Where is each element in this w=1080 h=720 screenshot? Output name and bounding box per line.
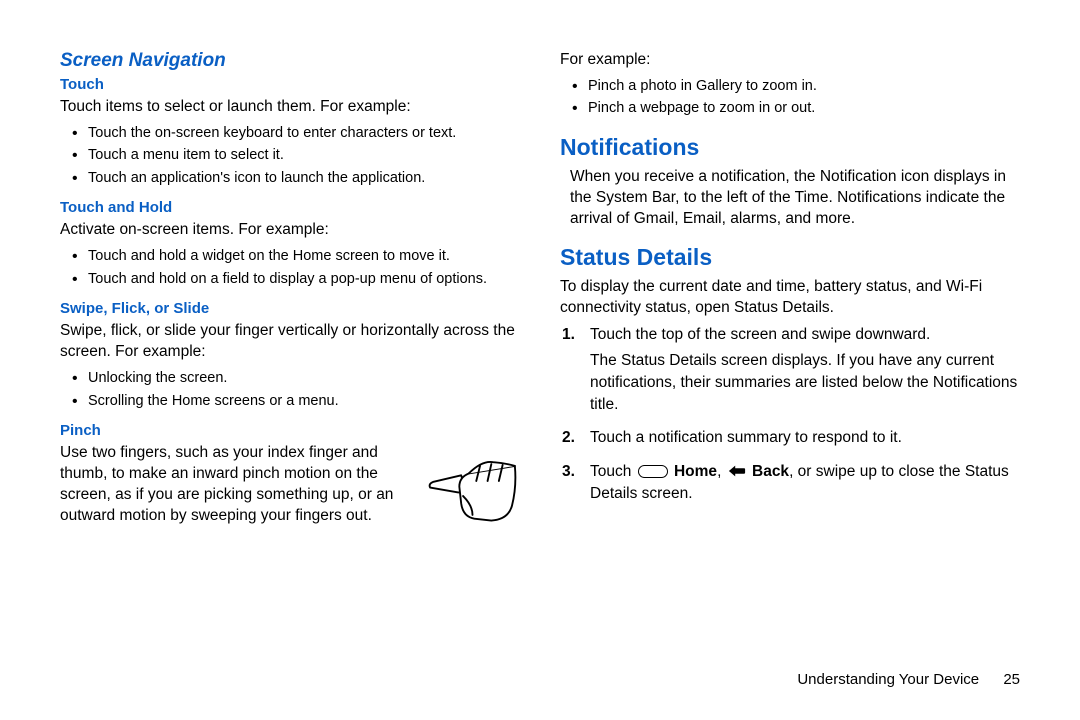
pinch-block: Use two fingers, such as your index fing… (60, 443, 520, 529)
list-item: Touch a menu item to select it. (78, 144, 520, 166)
sub-heading-swipe: Swipe, Flick, or Slide (60, 300, 520, 317)
swipe-intro: Swipe, flick, or slide your finger verti… (60, 321, 520, 363)
touch-hold-bullets: Touch and hold a widget on the Home scre… (60, 245, 520, 290)
separator: , (717, 463, 726, 480)
heading-notifications: Notifications (560, 134, 1020, 161)
heading-status-details: Status Details (560, 244, 1020, 271)
step-1: 1. Touch the top of the screen and swipe… (590, 324, 1020, 415)
touch-bullets: Touch the on-screen keyboard to enter ch… (60, 122, 520, 189)
pinch-hand-icon (425, 449, 520, 529)
home-label: Home (674, 463, 717, 480)
step-number: 3. (562, 461, 575, 483)
step-2: 2. Touch a notification summary to respo… (590, 427, 1020, 449)
step-3: 3. Touch Home, Back, or swipe up to clos… (590, 461, 1020, 504)
back-label: Back (752, 463, 789, 480)
touch-hold-intro: Activate on-screen items. For example: (60, 220, 520, 241)
sub-heading-touch-hold: Touch and Hold (60, 199, 520, 216)
sub-heading-touch: Touch (60, 76, 520, 93)
page-footer: Understanding Your Device 25 (797, 671, 1020, 688)
list-item: Touch and hold a widget on the Home scre… (78, 245, 520, 267)
step-sub-text: The Status Details screen displays. If y… (590, 350, 1020, 415)
list-item: Pinch a photo in Gallery to zoom in. (578, 75, 1020, 97)
right-column: For example: Pinch a photo in Gallery to… (560, 50, 1020, 529)
step-text: Touch the top of the screen and swipe do… (590, 326, 930, 343)
section-heading-screen-navigation: Screen Navigation (60, 50, 520, 72)
page-content: Screen Navigation Touch Touch items to s… (0, 0, 1080, 569)
list-item: Unlocking the screen. (78, 367, 520, 389)
for-example-label: For example: (560, 50, 1020, 71)
touch-intro: Touch items to select or launch them. Fo… (60, 97, 520, 118)
pinch-example-bullets: Pinch a photo in Gallery to zoom in. Pin… (560, 75, 1020, 120)
pinch-text: Use two fingers, such as your index fing… (60, 443, 415, 527)
page-number: 25 (1003, 671, 1020, 688)
notifications-text: When you receive a notification, the Not… (560, 167, 1020, 230)
chapter-title: Understanding Your Device (797, 671, 979, 688)
step-number: 2. (562, 427, 575, 449)
back-button-icon (728, 461, 746, 483)
swipe-bullets: Unlocking the screen. Scrolling the Home… (60, 367, 520, 412)
list-item: Scrolling the Home screens or a menu. (78, 390, 520, 412)
sub-heading-pinch: Pinch (60, 422, 520, 439)
status-intro: To display the current date and time, ba… (560, 277, 1020, 319)
step-number: 1. (562, 324, 575, 346)
list-item: Touch and hold on a field to display a p… (78, 268, 520, 290)
status-steps: 1. Touch the top of the screen and swipe… (560, 324, 1020, 504)
list-item: Pinch a webpage to zoom in or out. (578, 97, 1020, 119)
left-column: Screen Navigation Touch Touch items to s… (60, 50, 520, 529)
step-text-pre: Touch (590, 463, 636, 480)
step-text: Touch a notification summary to respond … (590, 429, 902, 446)
list-item: Touch an application's icon to launch th… (78, 167, 520, 189)
list-item: Touch the on-screen keyboard to enter ch… (78, 122, 520, 144)
home-button-icon (638, 465, 668, 478)
